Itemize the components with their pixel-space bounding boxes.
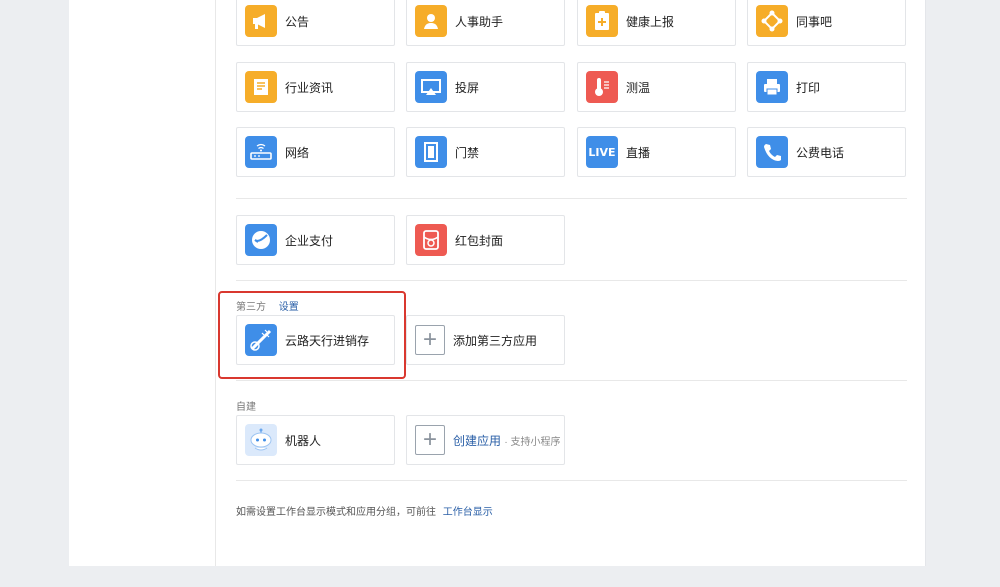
news-icon: [245, 71, 277, 103]
third-party-section-header: 第三方 设置: [236, 298, 299, 313]
app-name: 打印: [796, 80, 821, 95]
app-name: 网络: [285, 145, 310, 160]
page-footer-links-clipped: [300, 580, 680, 587]
app-card-temperature[interactable]: 测温: [577, 62, 736, 112]
app-card-access-control[interactable]: 门禁: [406, 127, 565, 177]
robot-icon: [245, 424, 277, 456]
door-icon: [415, 136, 447, 168]
create-app-button[interactable]: + 创建应用 · 支持小程序: [406, 415, 565, 465]
section-divider: [236, 380, 907, 381]
plus-icon: +: [415, 425, 445, 455]
app-card-colleague-circle[interactable]: 同事吧: [747, 0, 906, 46]
app-card-red-packet-cover[interactable]: 红包封面: [406, 215, 565, 265]
app-card-print[interactable]: 打印: [747, 62, 906, 112]
app-card-announcement[interactable]: 公告: [236, 0, 395, 46]
person-icon: [415, 5, 447, 37]
create-app-label: 创建应用: [453, 433, 502, 448]
footer-note-text: 如需设置工作台显示模式和应用分组，可前往: [236, 507, 436, 518]
red-packet-icon: [415, 224, 447, 256]
app-name: 行业资讯: [285, 80, 334, 95]
app-name: 健康上报: [626, 14, 675, 29]
app-card-hr-assistant[interactable]: 人事助手: [406, 0, 565, 46]
app-name: 人事助手: [455, 14, 504, 29]
app-name: 直播: [626, 145, 651, 160]
app-name: 投屏: [455, 80, 480, 95]
router-icon: [245, 136, 277, 168]
app-card-screen-cast[interactable]: 投屏: [406, 62, 565, 112]
third-party-title: 第三方: [236, 302, 266, 313]
add-third-party-app-button[interactable]: + 添加第三方应用: [406, 315, 565, 365]
app-card-health-report[interactable]: 健康上报: [577, 0, 736, 46]
app-card-public-phone[interactable]: 公费电话: [747, 127, 906, 177]
app-name: 公费电话: [796, 145, 845, 160]
section-divider: [236, 280, 907, 281]
health-report-icon: [586, 5, 618, 37]
app-card-industry-news[interactable]: 行业资讯: [236, 62, 395, 112]
section-divider: [236, 480, 907, 481]
live-icon: LIVE: [586, 136, 618, 168]
network-diamond-icon: [756, 5, 788, 37]
section-divider: [236, 198, 907, 199]
app-name: 机器人: [285, 433, 322, 448]
add-third-party-app-label: 添加第三方应用: [453, 333, 538, 348]
app-name: 门禁: [455, 145, 480, 160]
app-name: 红包封面: [455, 233, 504, 248]
payment-icon: [245, 224, 277, 256]
yunlu-app-icon: [245, 324, 277, 356]
plus-icon: +: [415, 325, 445, 355]
screen-cast-icon: [415, 71, 447, 103]
app-name: 公告: [285, 14, 310, 29]
phone-icon: [756, 136, 788, 168]
create-app-suffix: · 支持小程序: [504, 436, 561, 448]
self-built-title: 自建: [236, 402, 256, 413]
left-navigation-column: [69, 0, 216, 566]
megaphone-icon: [245, 5, 277, 37]
printer-icon: [756, 71, 788, 103]
workspace-display-link[interactable]: 工作台显示: [443, 507, 493, 518]
app-name: 云路天行进销存: [285, 333, 370, 348]
app-card-live[interactable]: LIVE 直播: [577, 127, 736, 177]
app-card-network[interactable]: 网络: [236, 127, 395, 177]
app-card-robot[interactable]: 机器人: [236, 415, 395, 465]
live-badge-text: LIVE: [588, 145, 616, 159]
app-name: 测温: [626, 80, 651, 95]
app-card-yunlu-inventory[interactable]: 云路天行进销存: [236, 315, 395, 365]
workspace-display-note: 如需设置工作台显示模式和应用分组，可前往 工作台显示: [236, 503, 493, 518]
self-built-section-header: 自建: [236, 398, 256, 413]
app-name: 同事吧: [796, 14, 833, 29]
thermometer-icon: [586, 71, 618, 103]
third-party-settings-link[interactable]: 设置: [279, 302, 299, 313]
app-card-enterprise-pay[interactable]: 企业支付: [236, 215, 395, 265]
app-name: 企业支付: [285, 233, 334, 248]
create-app-text: 创建应用 · 支持小程序: [453, 432, 560, 449]
